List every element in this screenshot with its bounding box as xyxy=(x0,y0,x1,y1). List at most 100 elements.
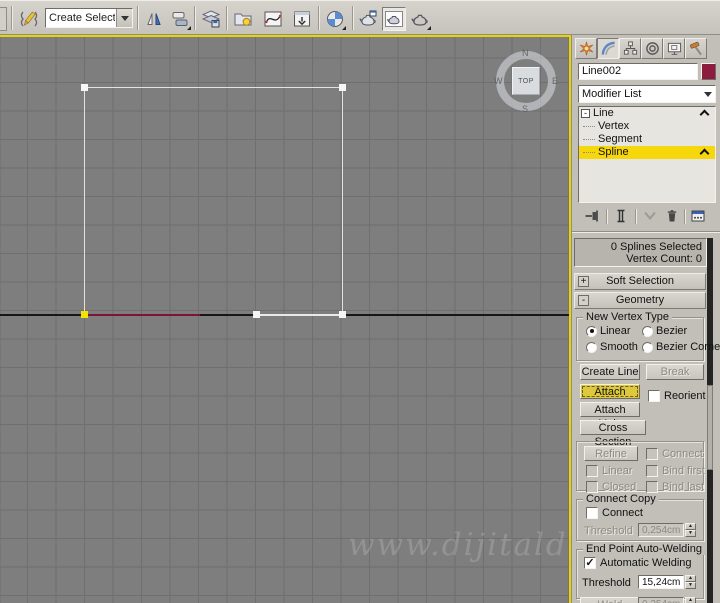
hierarchy-icon xyxy=(623,41,637,55)
radio-smooth[interactable]: Smooth xyxy=(586,341,638,353)
attach-mult-button[interactable]: Attach Mult. xyxy=(580,402,640,430)
viewcube-west-label[interactable]: W xyxy=(494,76,503,86)
modifier-list-arrow xyxy=(704,92,712,97)
stack-item-line[interactable]: - Line xyxy=(579,107,715,120)
tab-utilities[interactable] xyxy=(685,38,707,59)
dropdown-arrow[interactable] xyxy=(116,9,132,27)
vertex-top-right[interactable] xyxy=(339,84,346,91)
spinner-up-icon[interactable]: ▲ xyxy=(685,523,696,530)
modifier-list-dropdown[interactable]: Modifier List xyxy=(578,85,716,103)
rollout-collapse-icon[interactable]: - xyxy=(578,295,589,306)
create-line-button[interactable]: Create Line xyxy=(580,364,640,380)
radio-dot[interactable] xyxy=(586,341,597,353)
stack-item-vertex[interactable]: Vertex xyxy=(579,120,715,133)
tree-connector xyxy=(583,152,595,153)
bind-last-checkbox-disabled[interactable]: Bind last xyxy=(646,481,704,493)
checkbox-box[interactable] xyxy=(586,465,598,477)
material-editor-icon[interactable] xyxy=(323,7,347,31)
bind-first-checkbox-disabled[interactable]: Bind first xyxy=(646,465,705,477)
tab-motion[interactable] xyxy=(641,38,663,59)
linear-checkbox-disabled[interactable]: Linear xyxy=(586,465,633,477)
viewcube-south-label[interactable]: S xyxy=(522,104,528,114)
spinner-up-icon[interactable]: ▲ xyxy=(685,575,696,582)
radio-linear[interactable]: Linear xyxy=(586,325,631,337)
pin-stack-icon[interactable] xyxy=(584,208,602,226)
render-production-icon[interactable] xyxy=(408,7,432,31)
spinner-down-icon[interactable]: ▼ xyxy=(685,582,696,589)
spinner-down-icon[interactable]: ▼ xyxy=(685,530,696,537)
tab-create[interactable] xyxy=(575,38,597,59)
object-name-field[interactable]: Line002 xyxy=(578,63,698,80)
weld-threshold-spinner[interactable]: ▲ ▼ xyxy=(685,575,696,589)
checkbox-label: Bind first xyxy=(662,465,705,477)
selection-set-dropdown[interactable]: Create Selection Se xyxy=(45,8,133,28)
checkbox-box[interactable] xyxy=(646,481,658,493)
panel-scrollbar[interactable] xyxy=(707,238,713,603)
remove-modifier-icon[interactable] xyxy=(664,208,682,226)
tab-display[interactable] xyxy=(663,38,685,59)
mirror-icon[interactable] xyxy=(142,7,166,31)
vertex-bottom-right[interactable] xyxy=(339,311,346,318)
named-selection-sets-icon[interactable] xyxy=(17,7,41,31)
cross-section-button[interactable]: Cross Section xyxy=(580,420,646,448)
make-unique-icon[interactable] xyxy=(642,208,660,226)
connect-threshold-field[interactable]: 0,254cm xyxy=(638,523,684,537)
checkbox-box[interactable] xyxy=(648,390,660,402)
viewcube[interactable]: N E S W TOP xyxy=(494,48,558,114)
stack-item-segment[interactable]: Segment xyxy=(579,133,715,146)
viewcube-top-face[interactable]: TOP xyxy=(512,67,540,95)
expander-icon[interactable]: - xyxy=(581,109,590,118)
radio-bezier[interactable]: Bezier xyxy=(642,325,687,337)
object-color-swatch[interactable] xyxy=(701,63,716,80)
refine-button[interactable]: Refine xyxy=(584,446,638,461)
tab-modify[interactable] xyxy=(597,38,619,59)
display-icon xyxy=(667,42,681,55)
checkbox-box[interactable] xyxy=(586,481,598,493)
checkbox-box-checked[interactable]: ✓ xyxy=(584,557,596,569)
connect-copy-checkbox[interactable]: Connect xyxy=(586,507,643,519)
weld-button[interactable]: Weld xyxy=(580,597,640,603)
spinner-up-icon[interactable]: ▲ xyxy=(685,597,696,603)
scene-explorer-icon[interactable] xyxy=(231,7,255,31)
weld-value-spinner[interactable]: ▲ ▼ xyxy=(685,597,696,603)
stack-item-spline-selected[interactable]: Spline xyxy=(579,146,715,159)
curve-editor-icon[interactable] xyxy=(261,7,285,31)
first-vertex[interactable] xyxy=(81,311,88,318)
connect-threshold-spinner[interactable]: ▲ ▼ xyxy=(685,523,696,537)
tab-hierarchy[interactable] xyxy=(619,38,641,59)
manage-layers-icon[interactable] xyxy=(199,7,223,31)
viewcube-north-label[interactable]: N xyxy=(522,48,529,58)
attach-button[interactable]: Attach xyxy=(580,384,640,399)
configure-modifier-sets-icon[interactable] xyxy=(690,208,708,226)
scrollbar-thumb[interactable] xyxy=(707,385,713,470)
weld-value-field[interactable]: 0,254cm xyxy=(638,597,684,603)
viewcube-east-label[interactable]: E xyxy=(552,76,558,86)
checkbox-box[interactable] xyxy=(646,448,658,460)
reorient-checkbox[interactable]: Reorient xyxy=(648,390,706,402)
render-setup-icon[interactable] xyxy=(356,7,380,31)
radio-bezier-corner[interactable]: Bezier Corner xyxy=(642,341,720,353)
rollout-expand-icon[interactable]: + xyxy=(578,276,589,287)
rendered-frame-window-icon[interactable] xyxy=(382,7,406,31)
show-end-result-icon[interactable] xyxy=(613,208,631,226)
closed-checkbox-disabled[interactable]: Closed xyxy=(586,481,636,493)
radio-dot[interactable] xyxy=(642,341,653,353)
break-button[interactable]: Break xyxy=(646,364,704,380)
checkbox-label: Reorient xyxy=(664,390,706,402)
vertex-top-left[interactable] xyxy=(81,84,88,91)
viewport-top[interactable]: N E S W TOP www.dijitalde xyxy=(0,35,571,603)
radio-dot[interactable] xyxy=(642,325,653,337)
connect-checkbox-disabled[interactable]: Connect xyxy=(646,448,703,460)
radio-dot[interactable] xyxy=(586,325,597,337)
checkbox-label: Connect xyxy=(602,507,643,519)
checkbox-box[interactable] xyxy=(586,507,598,519)
schematic-view-icon[interactable] xyxy=(290,7,314,31)
align-icon[interactable] xyxy=(168,7,192,31)
vertex-bottom-mid[interactable] xyxy=(253,311,260,318)
checkbox-box[interactable] xyxy=(646,465,658,477)
automatic-welding-checkbox[interactable]: ✓ Automatic Welding xyxy=(584,557,692,569)
clipped-toolbar-button[interactable] xyxy=(0,7,7,31)
rollout-soft-selection[interactable]: + Soft Selection xyxy=(574,273,706,290)
weld-threshold-field[interactable]: 15,24cm xyxy=(638,575,684,589)
rollout-geometry[interactable]: - Geometry xyxy=(574,292,706,309)
